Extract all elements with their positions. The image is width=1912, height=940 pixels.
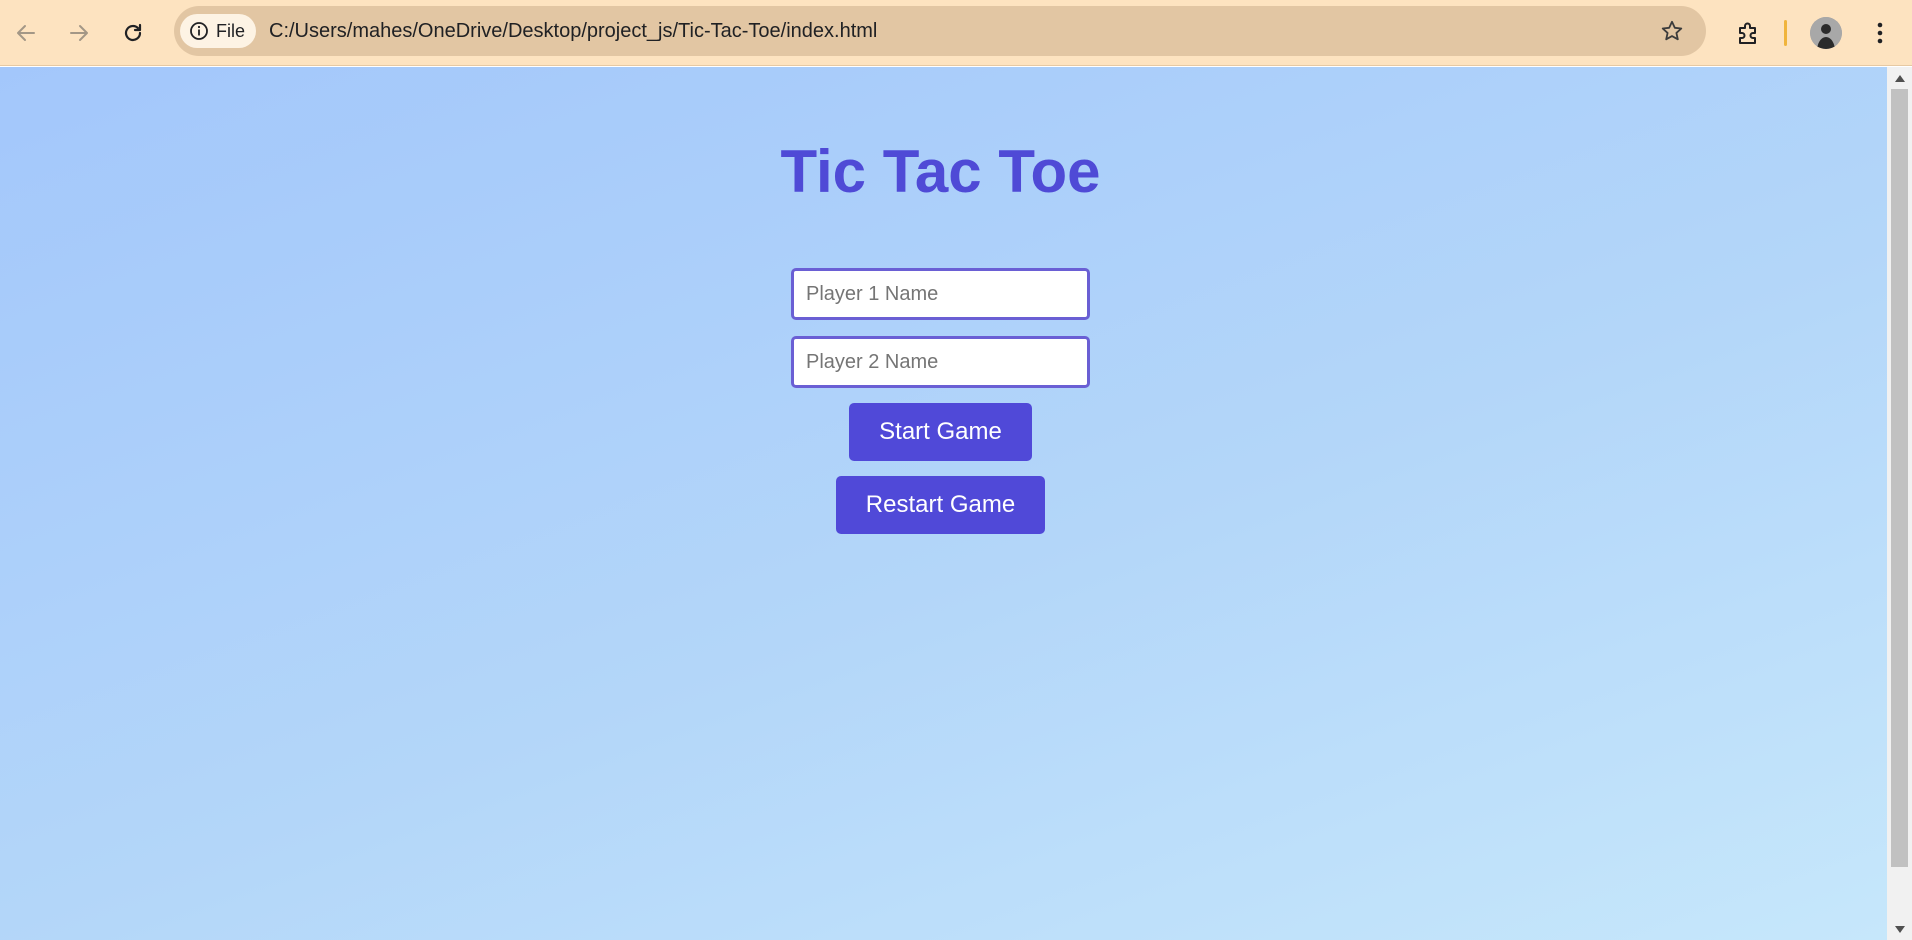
scroll-thumb[interactable] xyxy=(1891,89,1908,867)
url-text[interactable]: C:/Users/mahes/OneDrive/Desktop/project_… xyxy=(269,6,877,56)
triangle-down-icon xyxy=(1894,925,1905,933)
scroll-down-arrow[interactable] xyxy=(1887,920,1912,938)
kebab-menu-icon xyxy=(1877,22,1883,44)
address-bar[interactable]: File C:/Users/mahes/OneDrive/Desktop/pro… xyxy=(174,6,1706,56)
profile-icon xyxy=(1810,17,1842,49)
player2-name-input[interactable] xyxy=(791,336,1090,388)
reload-icon xyxy=(124,23,142,42)
reload-button[interactable] xyxy=(113,13,153,53)
site-info-chip[interactable]: File xyxy=(180,14,257,48)
restart-game-button[interactable]: Restart Game xyxy=(836,476,1045,534)
avatar[interactable] xyxy=(1810,17,1842,49)
star-icon xyxy=(1661,20,1683,41)
bookmark-button[interactable] xyxy=(1658,17,1686,45)
vertical-scrollbar[interactable] xyxy=(1887,67,1912,940)
page-title: Tic Tac Toe xyxy=(780,138,1101,205)
puzzle-icon xyxy=(1739,22,1756,44)
back-button[interactable] xyxy=(6,13,46,53)
browser-window: File C:/Users/mahes/OneDrive/Desktop/pro… xyxy=(0,0,1912,940)
start-game-button[interactable]: Start Game xyxy=(849,403,1032,461)
player1-name-input[interactable] xyxy=(791,268,1090,320)
scroll-up-arrow[interactable] xyxy=(1887,69,1912,87)
arrow-left-icon xyxy=(17,25,35,41)
triangle-up-icon xyxy=(1894,74,1905,82)
toolbar-divider xyxy=(1784,20,1787,46)
info-icon xyxy=(190,22,208,40)
site-chip-label: File xyxy=(216,20,246,41)
forward-button[interactable] xyxy=(59,13,99,53)
page-viewport: Tic Tac Toe Start Game Restart Game xyxy=(0,67,1887,940)
browser-menu-button[interactable] xyxy=(1862,13,1898,53)
extensions-button[interactable] xyxy=(1728,13,1768,53)
browser-toolbar: File C:/Users/mahes/OneDrive/Desktop/pro… xyxy=(0,0,1912,66)
arrow-right-icon xyxy=(70,25,88,41)
